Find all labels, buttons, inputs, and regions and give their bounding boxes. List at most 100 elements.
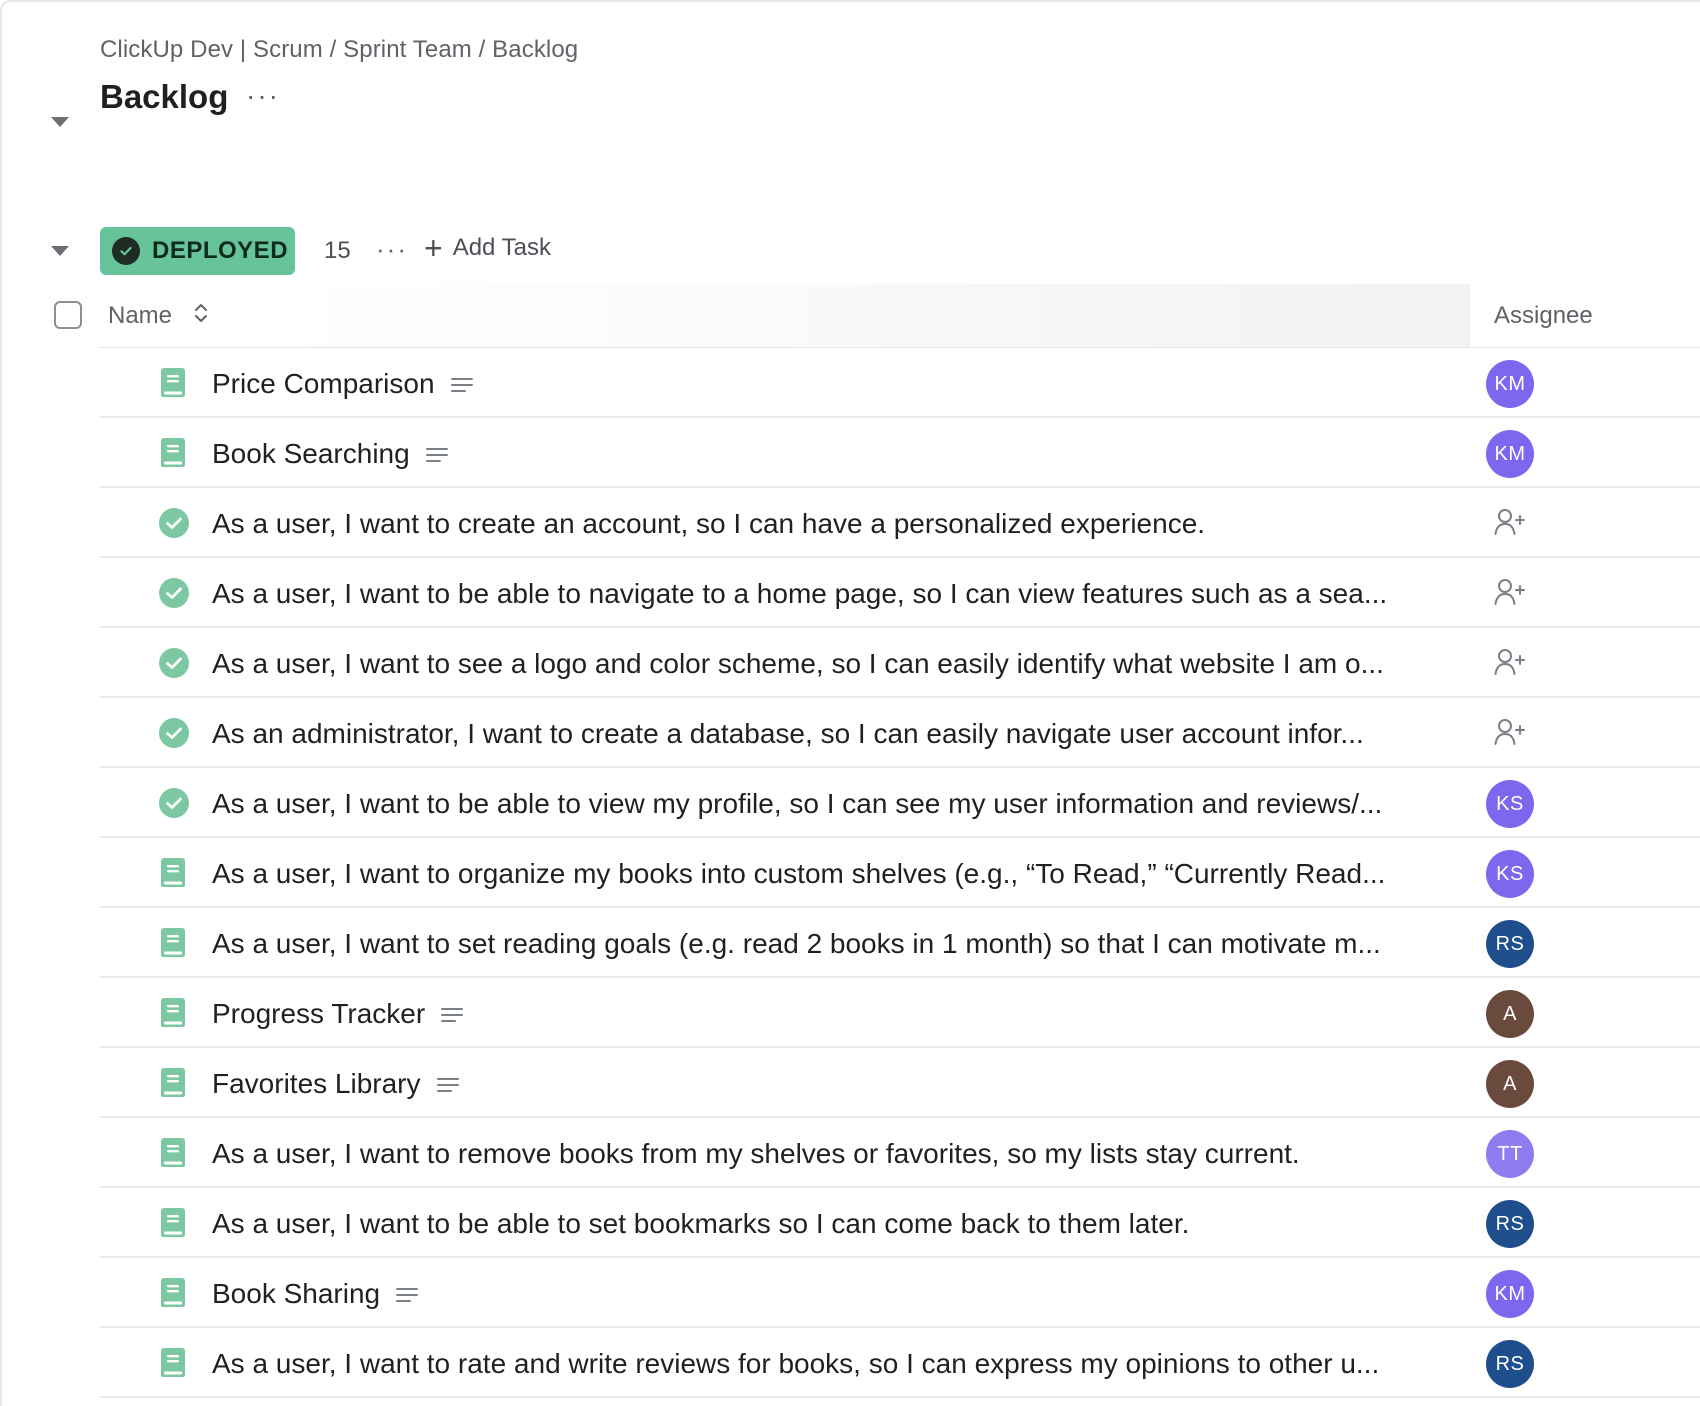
book-icon[interactable] [158, 367, 188, 397]
book-icon[interactable] [158, 1137, 188, 1167]
task-row[interactable]: As a user, I want to rate and write revi… [100, 1328, 1700, 1398]
check-circle-icon[interactable] [158, 507, 189, 538]
title-more-icon[interactable]: ··· [246, 80, 280, 112]
avatar[interactable]: RS [1486, 920, 1534, 968]
add-assignee-icon[interactable] [1494, 578, 1526, 611]
collapse-caret-icon[interactable] [51, 117, 69, 127]
task-row[interactable]: Favorites Library A [100, 1048, 1700, 1118]
task-name[interactable]: As a user, I want to organize my books i… [212, 858, 1385, 890]
check-circle-icon[interactable] [158, 577, 189, 608]
description-icon [396, 1278, 419, 1310]
task-count: 15 [324, 237, 351, 264]
task-row[interactable]: Book Sharing KM [100, 1258, 1700, 1328]
avatar[interactable]: KS [1486, 780, 1534, 828]
task-name-text: As a user, I want to set reading goals (… [212, 928, 1381, 959]
task-name[interactable]: As a user, I want to create an account, … [212, 508, 1205, 540]
book-icon[interactable] [158, 1067, 188, 1097]
add-assignee-icon[interactable] [1494, 508, 1526, 541]
avatar[interactable]: A [1486, 990, 1534, 1038]
status-check-icon [112, 237, 140, 265]
column-header-assignee[interactable]: Assignee [1494, 302, 1593, 330]
group-more-icon[interactable]: ··· [376, 234, 408, 265]
task-name-text: As a user, I want to see a logo and colo… [212, 648, 1384, 679]
task-name[interactable]: As a user, I want to be able to navigate… [212, 578, 1387, 610]
task-row[interactable]: Book Searching KM [100, 418, 1700, 488]
task-name-text: Progress Tracker [212, 998, 426, 1029]
task-row[interactable]: As a user, I want to be able to navigate… [100, 558, 1700, 628]
book-icon[interactable] [158, 927, 188, 957]
avatar[interactable]: KM [1486, 430, 1534, 478]
task-name-text: Favorites Library [212, 1068, 421, 1099]
description-icon [425, 438, 448, 470]
book-icon[interactable] [158, 997, 188, 1027]
table-header: Name Assignee [2, 284, 1700, 348]
task-list: Price Comparison KM Book Searching KM As a u… [2, 348, 1700, 1398]
description-icon [450, 368, 473, 400]
select-all-checkbox[interactable] [54, 301, 82, 329]
task-name[interactable]: Price Comparison [212, 368, 473, 400]
description-icon [441, 998, 464, 1030]
task-name[interactable]: As a user, I want to be able to view my … [212, 788, 1382, 820]
sort-icon[interactable] [192, 300, 210, 331]
task-name[interactable]: As a user, I want to remove books from m… [212, 1138, 1300, 1170]
task-name[interactable]: As a user, I want to rate and write revi… [212, 1348, 1379, 1380]
task-name-text: As an administrator, I want to create a … [212, 718, 1364, 749]
task-name[interactable]: Book Sharing [212, 1278, 419, 1310]
group-collapse-caret-icon[interactable] [51, 246, 69, 256]
avatar[interactable]: RS [1486, 1340, 1534, 1388]
task-name-text: Book Searching [212, 438, 410, 469]
task-row[interactable]: Price Comparison KM [100, 348, 1700, 418]
task-name-text: Book Sharing [212, 1278, 381, 1309]
task-row[interactable]: As a user, I want to organize my books i… [100, 838, 1700, 908]
task-name-text: As a user, I want to be able to set book… [212, 1208, 1190, 1239]
task-row[interactable]: As a user, I want to set reading goals (… [100, 908, 1700, 978]
book-icon[interactable] [158, 1347, 188, 1377]
task-name-text: As a user, I want to rate and write revi… [212, 1348, 1380, 1379]
avatar[interactable]: RS [1486, 1200, 1534, 1248]
add-assignee-icon[interactable] [1494, 648, 1526, 681]
add-task-button[interactable]: + Add Task [424, 230, 551, 266]
task-name-text: As a user, I want to be able to view my … [212, 788, 1383, 819]
plus-icon: + [424, 230, 443, 266]
breadcrumb[interactable]: ClickUp Dev | Scrum / Sprint Team / Back… [100, 36, 578, 64]
add-assignee-icon[interactable] [1494, 718, 1526, 751]
check-circle-icon[interactable] [158, 647, 189, 678]
task-name-text: As a user, I want to remove books from m… [212, 1138, 1300, 1169]
task-name-text: As a user, I want to be able to navigate… [212, 578, 1388, 609]
status-label: DEPLOYED [152, 237, 289, 264]
task-row[interactable]: As a user, I want to see a logo and colo… [100, 628, 1700, 698]
check-circle-icon[interactable] [158, 717, 189, 748]
task-name-text: As a user, I want to create an account, … [212, 508, 1206, 539]
add-task-label: Add Task [452, 234, 551, 261]
task-name[interactable]: Progress Tracker [212, 998, 464, 1030]
task-row[interactable]: As an administrator, I want to create a … [100, 698, 1700, 768]
avatar[interactable]: A [1486, 1060, 1534, 1108]
task-row[interactable]: As a user, I want to remove books from m… [100, 1118, 1700, 1188]
book-icon[interactable] [158, 1207, 188, 1237]
column-header-name[interactable]: Name [108, 302, 172, 330]
task-row[interactable]: As a user, I want to be able to view my … [100, 768, 1700, 838]
task-name[interactable]: Favorites Library [212, 1068, 459, 1100]
book-icon[interactable] [158, 437, 188, 467]
avatar[interactable]: KM [1486, 360, 1534, 408]
task-name[interactable]: As a user, I want to see a logo and colo… [212, 648, 1384, 680]
avatar[interactable]: KM [1486, 1270, 1534, 1318]
book-icon[interactable] [158, 1277, 188, 1307]
task-name-text: Price Comparison [212, 368, 435, 399]
task-row[interactable]: As a user, I want to create an account, … [100, 488, 1700, 558]
list-view: ClickUp Dev | Scrum / Sprint Team / Back… [0, 0, 1700, 1406]
description-icon [436, 1068, 459, 1100]
task-name[interactable]: As a user, I want to set reading goals (… [212, 928, 1381, 960]
task-name-text: As a user, I want to organize my books i… [212, 858, 1386, 889]
task-name[interactable]: Book Searching [212, 438, 448, 470]
task-row[interactable]: Progress Tracker A [100, 978, 1700, 1048]
task-name[interactable]: As an administrator, I want to create a … [212, 718, 1364, 750]
status-badge[interactable]: DEPLOYED [100, 227, 295, 275]
avatar[interactable]: TT [1486, 1130, 1534, 1178]
task-row[interactable]: As a user, I want to be able to set book… [100, 1188, 1700, 1258]
task-name[interactable]: As a user, I want to be able to set book… [212, 1208, 1189, 1240]
page-title: Backlog [100, 78, 229, 115]
avatar[interactable]: KS [1486, 850, 1534, 898]
check-circle-icon[interactable] [158, 787, 189, 818]
book-icon[interactable] [158, 857, 188, 887]
